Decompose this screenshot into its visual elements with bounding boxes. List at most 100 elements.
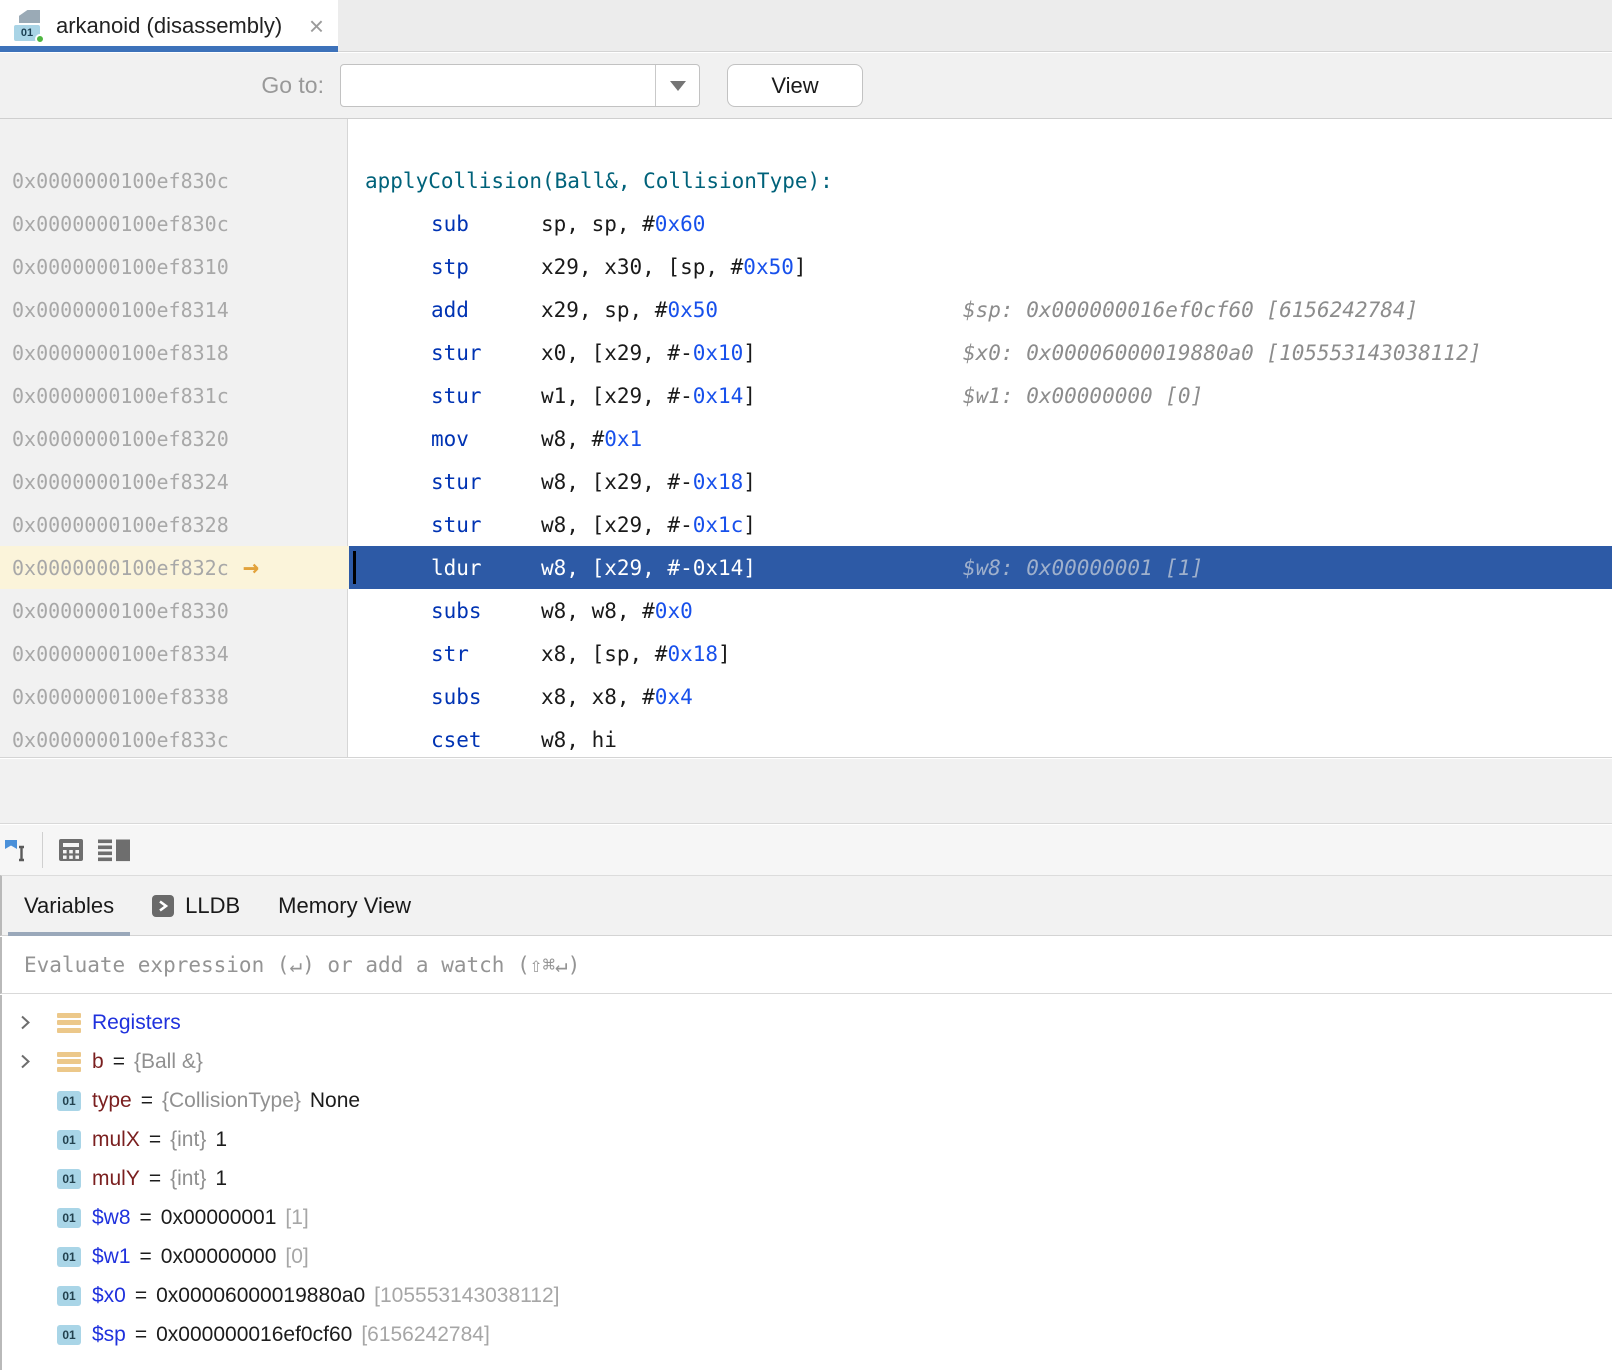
primitive-01-icon: 01 [57, 1208, 81, 1228]
mnemonic: subs [431, 599, 541, 623]
tab-memory-view[interactable]: Memory View [274, 876, 415, 935]
tab-lldb[interactable]: LLDB [148, 876, 244, 935]
variable-row-x0[interactable]: 01 $x0 = 0x00006000019880a0 [10555314303… [2, 1276, 1612, 1315]
equals-sign: = [141, 1089, 153, 1113]
layout-icon[interactable] [98, 832, 132, 868]
disassembly-file-icon: 01 [14, 9, 44, 43]
primitive-01-icon: 01 [57, 1169, 81, 1189]
code-cell[interactable]: stpx29, x30, [sp, #0x50] [349, 245, 1612, 288]
disasm-line[interactable]: 0x0000000100ef8314 addx29, sp, #0x50$sp:… [0, 288, 1612, 331]
code-cell[interactable]: movw8, #0x1 [349, 417, 1612, 460]
primitive-01-icon: 01 [57, 1286, 81, 1306]
operands: x8, x8, #0x4 [541, 685, 693, 709]
chevron-right-icon[interactable] [20, 1053, 57, 1070]
register-value-comment: $w1: 0x00000000 [0] [963, 384, 1203, 408]
address-gutter-cell[interactable]: 0x0000000100ef830c [0, 159, 349, 202]
calculator-icon[interactable] [54, 832, 88, 868]
console-icon [152, 895, 174, 917]
instruction-address: 0x0000000100ef8310 [12, 255, 229, 279]
disasm-line[interactable]: 0x0000000100ef833c csetw8, hi [0, 718, 1612, 758]
panel-splitter[interactable] [0, 759, 1612, 824]
variable-row-muly[interactable]: 01 mulY = {int} 1 [2, 1159, 1612, 1198]
equals-sign: = [149, 1167, 161, 1191]
equals-sign: = [140, 1245, 152, 1269]
disasm-line[interactable]: 0x0000000100ef8320 movw8, #0x1 [0, 417, 1612, 460]
evaluate-expression-input[interactable] [2, 953, 1612, 977]
instruction-address: 0x0000000100ef830c [12, 212, 229, 236]
variable-row-w1[interactable]: 01 $w1 = 0x00000000 [0] [2, 1237, 1612, 1276]
goto-combobox[interactable] [340, 64, 700, 107]
tab-variables[interactable]: Variables [20, 876, 118, 935]
code-cell[interactable]: addx29, sp, #0x50$sp: 0x000000016ef0cf60… [349, 288, 1612, 331]
address-gutter-cell[interactable]: 0x0000000100ef831c [0, 374, 349, 417]
code-cell[interactable]: strx8, [sp, #0x18] [349, 632, 1612, 675]
disasm-line[interactable]: 0x0000000100ef8334 strx8, [sp, #0x18] [0, 632, 1612, 675]
disasm-line[interactable]: 0x0000000100ef8310 stpx29, x30, [sp, #0x… [0, 245, 1612, 288]
disasm-line-current-execution[interactable]: 0x0000000100ef832c→ ldurw8, [x29, #-0x14… [0, 546, 1612, 589]
register-name: $w8 [92, 1206, 131, 1230]
mnemonic: ldur [431, 556, 541, 580]
disasm-line[interactable]: 0x0000000100ef8328 sturw8, [x29, #-0x1c] [0, 503, 1612, 546]
variable-row-type[interactable]: 01 type = {CollisionType} None [2, 1081, 1612, 1120]
disasm-line[interactable]: 0x0000000100ef8338 subsx8, x8, #0x4 [0, 675, 1612, 718]
operands: w8, [x29, #-0x14] [541, 556, 756, 580]
variable-row-b[interactable]: b = {Ball &} [2, 1042, 1612, 1081]
variable-type: {Ball &} [134, 1050, 203, 1074]
address-gutter-cell[interactable]: 0x0000000100ef8328 [0, 503, 349, 546]
address-gutter-cell[interactable]: 0x0000000100ef8324 [0, 460, 349, 503]
stack-group-icon [57, 1013, 81, 1033]
close-icon[interactable]: × [309, 13, 324, 39]
code-cell[interactable]: csetw8, hi [349, 718, 1612, 758]
disasm-line[interactable]: 0x0000000100ef830c subsp, sp, #0x60 [0, 202, 1612, 245]
function-label-line[interactable]: 0x0000000100ef830c applyCollision(Ball&,… [0, 159, 1612, 202]
evaluate-cursor-icon[interactable] [2, 832, 36, 868]
variable-row-w8[interactable]: 01 $w8 = 0x00000001 [1] [2, 1198, 1612, 1237]
address-gutter-cell[interactable]: 0x0000000100ef8338 [0, 675, 349, 718]
code-cell[interactable]: sturx0, [x29, #-0x10]$x0: 0x000060000198… [349, 331, 1612, 374]
disasm-line[interactable]: 0x0000000100ef831c sturw1, [x29, #-0x14]… [0, 374, 1612, 417]
tab-arkanoid-disassembly[interactable]: 01 arkanoid (disassembly) × [0, 0, 338, 52]
instruction-address: 0x0000000100ef8320 [12, 427, 229, 451]
address-gutter-cell[interactable]: 0x0000000100ef832c→ [0, 546, 349, 589]
register-value: 0x000000016ef0cf60 [156, 1323, 352, 1347]
debug-toolbar [0, 825, 1612, 875]
code-cell[interactable]: applyCollision(Ball&, CollisionType): [349, 159, 1612, 202]
instruction-address: 0x0000000100ef833c [12, 728, 229, 752]
address-gutter-cell[interactable]: 0x0000000100ef8310 [0, 245, 349, 288]
address-gutter-cell[interactable]: 0x0000000100ef8330 [0, 589, 349, 632]
tab-variables-label: Variables [24, 893, 114, 919]
variable-row-mulx[interactable]: 01 mulX = {int} 1 [2, 1120, 1612, 1159]
address-gutter-cell[interactable]: 0x0000000100ef8334 [0, 632, 349, 675]
chevron-right-icon[interactable] [20, 1014, 57, 1031]
code-cell[interactable]: sturw8, [x29, #-0x18] [349, 460, 1612, 503]
code-cell[interactable]: subsw8, w8, #0x0 [349, 589, 1612, 632]
disassembly-editor[interactable]: 0x0000000100ef830c applyCollision(Ball&,… [0, 118, 1612, 758]
primitive-01-icon: 01 [57, 1247, 81, 1267]
primitive-01-icon: 01 [57, 1130, 81, 1150]
disasm-line[interactable]: 0x0000000100ef8318 sturx0, [x29, #-0x10]… [0, 331, 1612, 374]
address-gutter-cell[interactable]: 0x0000000100ef8320 [0, 417, 349, 460]
debug-tool-tabs: Variables LLDB Memory View [0, 875, 1612, 936]
disasm-line[interactable]: 0x0000000100ef8324 sturw8, [x29, #-0x18] [0, 460, 1612, 503]
instruction-address: 0x0000000100ef8328 [12, 513, 229, 537]
address-gutter-cell[interactable]: 0x0000000100ef830c [0, 202, 349, 245]
operands: w8, #0x1 [541, 427, 642, 451]
code-cell[interactable]: sturw8, [x29, #-0x1c] [349, 503, 1612, 546]
code-cell[interactable]: ldurw8, [x29, #-0x14]$w8: 0x00000001 [1] [349, 546, 1612, 589]
address-gutter-cell[interactable]: 0x0000000100ef8318 [0, 331, 349, 374]
register-value: 0x00000001 [161, 1206, 277, 1230]
variable-row-registers[interactable]: Registers [2, 1003, 1612, 1042]
disasm-line[interactable]: 0x0000000100ef8330 subsw8, w8, #0x0 [0, 589, 1612, 632]
variable-row-sp[interactable]: 01 $sp = 0x000000016ef0cf60 [6156242784] [2, 1315, 1612, 1354]
mnemonic: cset [431, 728, 541, 752]
address-gutter-cell[interactable]: 0x0000000100ef8314 [0, 288, 349, 331]
goto-input[interactable] [341, 65, 655, 106]
register-decimal-value: [0] [285, 1245, 308, 1269]
combobox-dropdown-button[interactable] [655, 65, 699, 106]
code-cell[interactable]: sturw1, [x29, #-0x14]$w1: 0x00000000 [0] [349, 374, 1612, 417]
code-cell[interactable]: subsx8, x8, #0x4 [349, 675, 1612, 718]
code-cell[interactable]: subsp, sp, #0x60 [349, 202, 1612, 245]
instruction-address: 0x0000000100ef8338 [12, 685, 229, 709]
view-button[interactable]: View [727, 64, 863, 107]
address-gutter-cell[interactable]: 0x0000000100ef833c [0, 718, 349, 758]
